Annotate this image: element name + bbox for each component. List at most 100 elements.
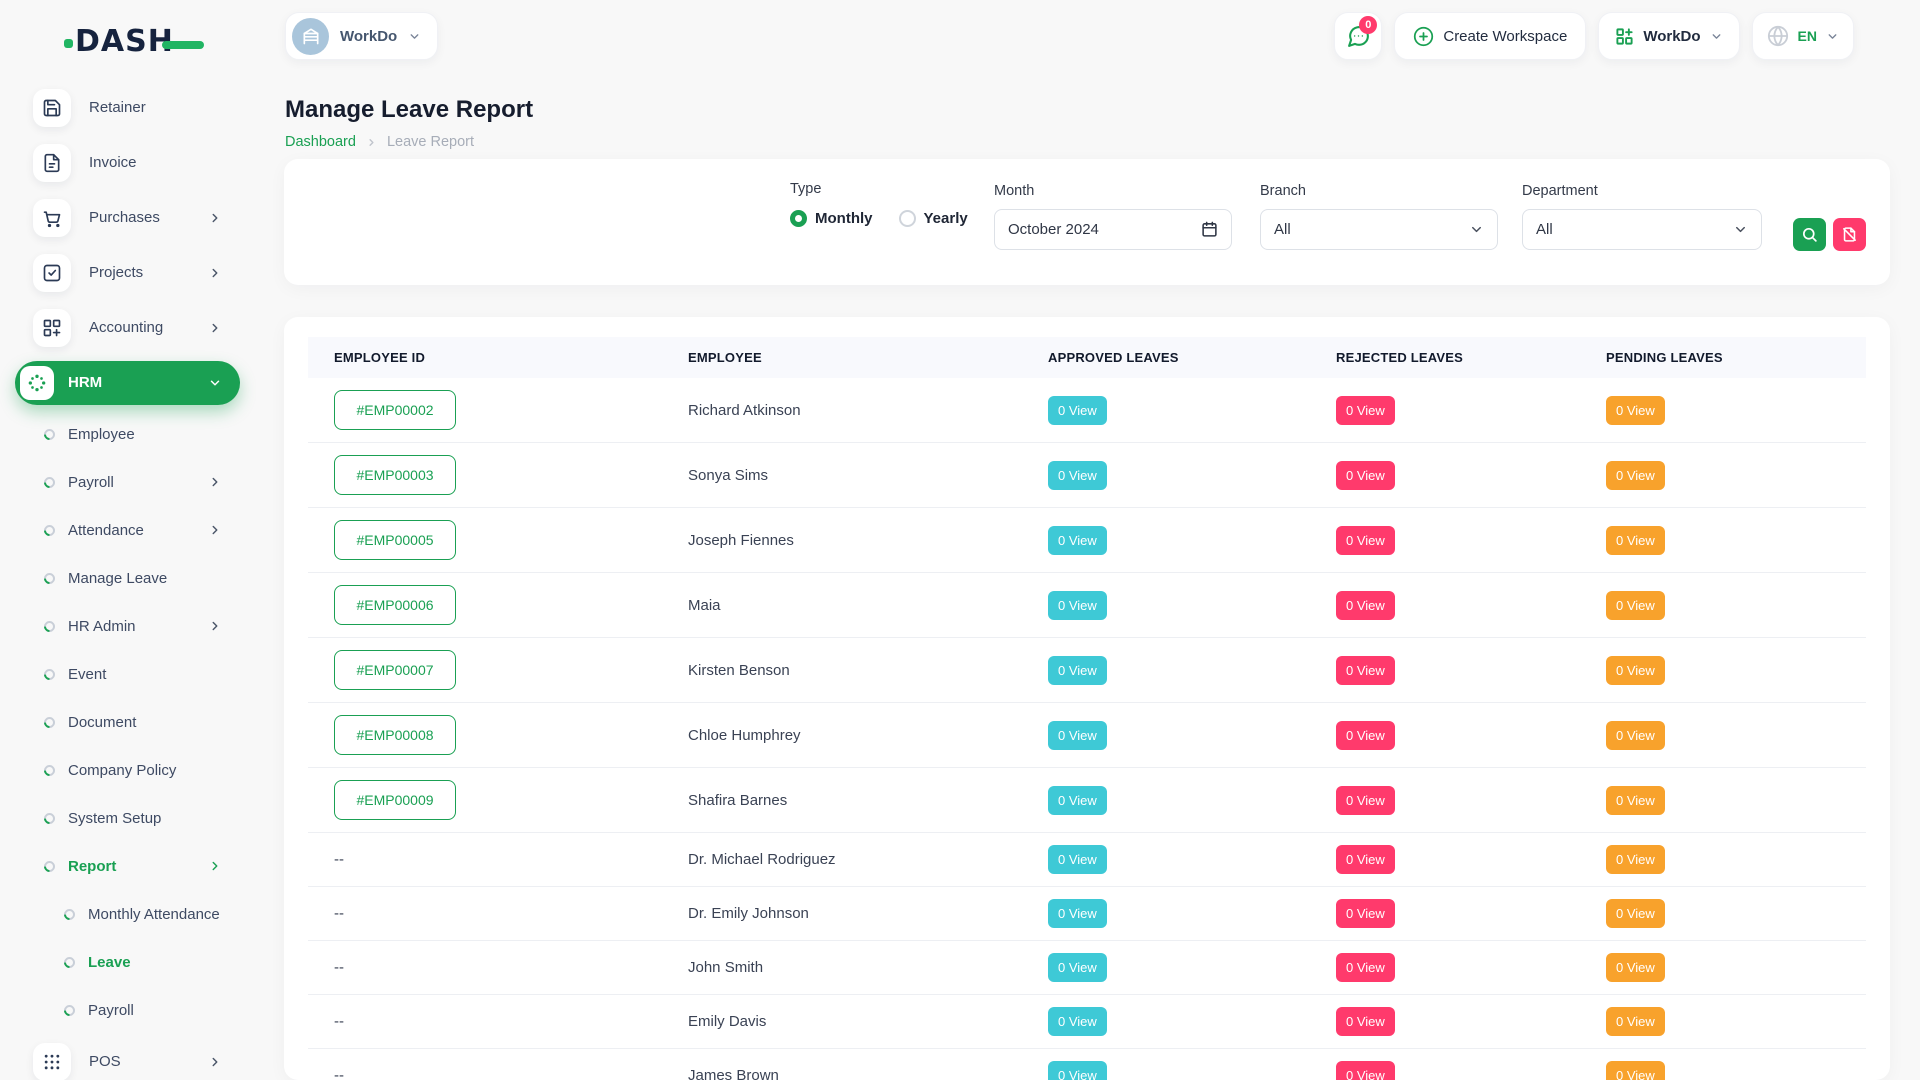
radio-monthly[interactable]: Monthly: [790, 210, 873, 227]
approved-view-badge[interactable]: 0 View: [1048, 1061, 1107, 1080]
sidebar-item-icon: [20, 366, 54, 400]
sidebar-item-payroll[interactable]: Payroll: [0, 458, 256, 506]
approved-view-badge[interactable]: 0 View: [1048, 396, 1107, 425]
sidebar-item-purchases[interactable]: Purchases: [0, 190, 256, 245]
sidebar-item-system-setup[interactable]: System Setup: [0, 794, 256, 842]
employee-id-button[interactable]: #EMP00007: [334, 650, 456, 690]
radio-yearly-label: Yearly: [924, 210, 968, 227]
sidebar-item-label: Projects: [89, 264, 143, 281]
rejected-view-badge[interactable]: 0 View: [1336, 953, 1395, 982]
rejected-view-badge[interactable]: 0 View: [1336, 845, 1395, 874]
month-input[interactable]: October 2024: [994, 209, 1232, 250]
approved-view-badge[interactable]: 0 View: [1048, 591, 1107, 620]
employee-id-button[interactable]: #EMP00006: [334, 585, 456, 625]
col-employee-id: EMPLOYEE ID: [308, 350, 662, 365]
pending-view-badge[interactable]: 0 View: [1606, 845, 1665, 874]
bullet-icon: [42, 474, 58, 490]
employee-id-button[interactable]: #EMP00005: [334, 520, 456, 560]
bullet-icon: [42, 714, 58, 730]
sidebar-item-employee[interactable]: Employee: [0, 410, 256, 458]
leave-report-table-card: EMPLOYEE ID EMPLOYEE APPROVED LEAVES REJ…: [284, 317, 1890, 1080]
rejected-view-badge[interactable]: 0 View: [1336, 786, 1395, 815]
approved-view-badge[interactable]: 0 View: [1048, 899, 1107, 928]
search-button[interactable]: [1793, 218, 1826, 251]
sidebar-item-monthly-attendance[interactable]: Monthly Attendance: [0, 890, 256, 938]
approved-view-badge[interactable]: 0 View: [1048, 656, 1107, 685]
sidebar-item-payroll[interactable]: Payroll: [0, 986, 256, 1034]
employee-name: Sonya Sims: [662, 467, 1022, 484]
employee-id-button[interactable]: #EMP00009: [334, 780, 456, 820]
rejected-view-badge[interactable]: 0 View: [1336, 1007, 1395, 1036]
pending-view-badge[interactable]: 0 View: [1606, 656, 1665, 685]
pending-view-badge[interactable]: 0 View: [1606, 786, 1665, 815]
calendar-icon[interactable]: [1201, 221, 1218, 238]
sidebar-item-invoice[interactable]: Invoice: [0, 135, 256, 190]
sidebar-item-leave[interactable]: Leave: [0, 938, 256, 986]
sidebar-item-projects[interactable]: Projects: [0, 245, 256, 300]
approved-view-badge[interactable]: 0 View: [1048, 461, 1107, 490]
reset-filter-button[interactable]: [1833, 218, 1866, 251]
rejected-view-badge[interactable]: 0 View: [1336, 591, 1395, 620]
employee-name: Joseph Fiennes: [662, 532, 1022, 549]
workdo-menu[interactable]: WorkDo: [1598, 12, 1739, 60]
sidebar-item-label: Purchases: [89, 209, 160, 226]
sidebar-item-document[interactable]: Document: [0, 698, 256, 746]
sidebar-item-event[interactable]: Event: [0, 650, 256, 698]
branch-select[interactable]: All: [1260, 209, 1498, 250]
sidebar-item-hr-admin[interactable]: HR Admin: [0, 602, 256, 650]
pending-view-badge[interactable]: 0 View: [1606, 396, 1665, 425]
rejected-view-badge[interactable]: 0 View: [1336, 461, 1395, 490]
workspace-selector[interactable]: WorkDo: [285, 12, 438, 60]
sidebar-item-manage-leave[interactable]: Manage Leave: [0, 554, 256, 602]
rejected-view-badge[interactable]: 0 View: [1336, 396, 1395, 425]
chevron-down-icon: [1733, 222, 1748, 237]
language-selector[interactable]: EN: [1752, 12, 1854, 60]
table-row: #EMP00007 Kirsten Benson 0 View 0 View 0…: [308, 638, 1866, 703]
pending-view-badge[interactable]: 0 View: [1606, 1007, 1665, 1036]
rejected-view-badge[interactable]: 0 View: [1336, 1061, 1395, 1080]
sidebar-item-retainer[interactable]: Retainer: [0, 80, 256, 135]
approved-view-badge[interactable]: 0 View: [1048, 786, 1107, 815]
approved-view-badge[interactable]: 0 View: [1048, 845, 1107, 874]
approved-view-badge[interactable]: 0 View: [1048, 526, 1107, 555]
pending-view-badge[interactable]: 0 View: [1606, 1061, 1665, 1080]
rejected-view-badge[interactable]: 0 View: [1336, 721, 1395, 750]
pending-view-badge[interactable]: 0 View: [1606, 526, 1665, 555]
department-select[interactable]: All: [1522, 209, 1762, 250]
rejected-view-badge[interactable]: 0 View: [1336, 656, 1395, 685]
messages-button[interactable]: 0: [1334, 12, 1382, 60]
table-row: -- John Smith 0 View 0 View 0 View: [308, 941, 1866, 995]
approved-view-badge[interactable]: 0 View: [1048, 953, 1107, 982]
radio-yearly[interactable]: Yearly: [899, 210, 968, 227]
sidebar-item-accounting[interactable]: Accounting: [0, 300, 256, 355]
pending-view-badge[interactable]: 0 View: [1606, 899, 1665, 928]
create-workspace-button[interactable]: Create Workspace: [1394, 12, 1586, 60]
sidebar-item-label: HR Admin: [68, 618, 136, 635]
employee-id-button[interactable]: #EMP00003: [334, 455, 456, 495]
sidebar-item-label: POS: [89, 1053, 121, 1070]
pending-view-badge[interactable]: 0 View: [1606, 591, 1665, 620]
sidebar-item-icon: [33, 309, 71, 347]
sidebar-item-attendance[interactable]: Attendance: [0, 506, 256, 554]
app-logo[interactable]: DASH: [64, 24, 204, 59]
pending-view-badge[interactable]: 0 View: [1606, 461, 1665, 490]
rejected-view-badge[interactable]: 0 View: [1336, 526, 1395, 555]
col-employee: EMPLOYEE: [662, 350, 1022, 365]
rejected-view-badge[interactable]: 0 View: [1336, 899, 1395, 928]
approved-view-badge[interactable]: 0 View: [1048, 1007, 1107, 1036]
pending-view-badge[interactable]: 0 View: [1606, 721, 1665, 750]
sidebar-item-report[interactable]: Report: [0, 842, 256, 890]
sidebar-item-company-policy[interactable]: Company Policy: [0, 746, 256, 794]
table-row: -- Dr. Michael Rodriguez 0 View 0 View 0…: [308, 833, 1866, 887]
sidebar-item-icon: [33, 1043, 71, 1080]
employee-id-button[interactable]: #EMP00002: [334, 390, 456, 430]
chevron-icon: [208, 376, 222, 390]
breadcrumb-dashboard-link[interactable]: Dashboard: [285, 134, 356, 150]
sidebar-item-hrm[interactable]: HRM: [0, 355, 256, 410]
sidebar-item-pos[interactable]: POS: [0, 1034, 256, 1080]
sidebar-item-label: Company Policy: [68, 762, 176, 779]
table-header-row: EMPLOYEE ID EMPLOYEE APPROVED LEAVES REJ…: [308, 337, 1866, 378]
approved-view-badge[interactable]: 0 View: [1048, 721, 1107, 750]
pending-view-badge[interactable]: 0 View: [1606, 953, 1665, 982]
employee-id-button[interactable]: #EMP00008: [334, 715, 456, 755]
